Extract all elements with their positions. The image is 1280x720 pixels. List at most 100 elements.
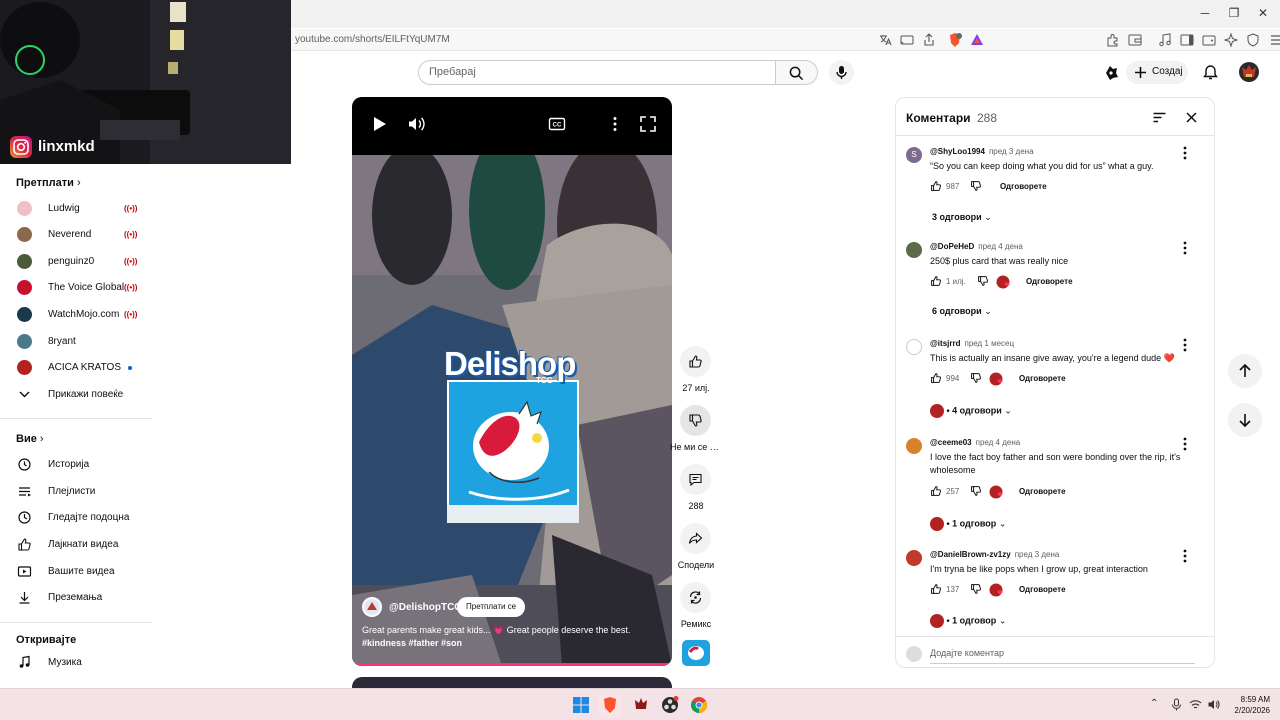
show-more-button[interactable]: Прикажи повеќе [0, 382, 150, 408]
sidebar-toggle-icon[interactable] [1179, 32, 1195, 48]
comment-like-icon[interactable] [930, 275, 942, 287]
system-clock[interactable]: 8:59 AM 2/20/2026 [1226, 694, 1270, 716]
sidebar-item-watch-later[interactable]: Гледајте подоцна [0, 505, 150, 531]
account-avatar[interactable] [1239, 62, 1259, 82]
commenter-name[interactable]: @itsjrrd пред 1 месец [930, 339, 1014, 348]
commenter-name[interactable]: @DoPeHeD пред 4 дена [930, 242, 1023, 251]
next-short-button[interactable] [1228, 403, 1262, 437]
more-options-icon[interactable] [606, 115, 624, 133]
wallet-card-icon[interactable] [1201, 32, 1217, 48]
restore-icon[interactable]: ❐ [1226, 5, 1242, 21]
address-bar[interactable]: youtube.com/shorts/EILFtYqUM7M [291, 29, 1280, 51]
sidebar-item-liked-videos[interactable]: Лајкнати видеа [0, 532, 150, 558]
comment-dislike-icon[interactable] [970, 583, 982, 595]
voice-search-button[interactable] [829, 60, 854, 85]
subscriptions-section-title[interactable]: Претплати › [16, 177, 81, 189]
reply-button[interactable]: Одговорете [1026, 277, 1073, 286]
commenter-avatar[interactable] [906, 438, 922, 454]
brave-rewards-icon[interactable] [969, 32, 985, 48]
sidebar-item-downloads[interactable]: Преземања [0, 585, 150, 611]
commenter-name[interactable]: @ceeme03 пред 4 дена [930, 438, 1020, 447]
comment-dislike-icon[interactable] [970, 372, 982, 384]
reply-button[interactable]: Одговорете [1019, 487, 1066, 496]
sidebar-item-playlists[interactable]: Плејлисти [0, 479, 150, 505]
sidebar-item-music[interactable]: Музика [0, 650, 150, 676]
view-replies-button[interactable]: • 4 одговори ⌄ [930, 404, 1012, 418]
close-window-icon[interactable]: ✕ [1255, 5, 1271, 21]
tray-microphone-icon[interactable] [1170, 698, 1183, 711]
channel-avatar[interactable] [362, 597, 382, 617]
add-comment-input[interactable]: Додајте коментар [930, 648, 1004, 658]
view-replies-button[interactable]: • 1 одговор ⌄ [930, 614, 1006, 628]
share-page-icon[interactable] [921, 32, 937, 48]
create-button[interactable]: Создај [1126, 61, 1188, 84]
play-icon[interactable] [370, 115, 388, 133]
url-text[interactable]: youtube.com/shorts/EILFtYqUM7M [295, 34, 450, 45]
comment-dislike-icon[interactable] [970, 485, 982, 497]
commenter-name[interactable]: @ShyLoo1994 пред 3 дена [930, 147, 1034, 156]
previous-short-button[interactable] [1228, 354, 1262, 388]
speaker-icon[interactable] [1207, 698, 1220, 711]
game-app-icon[interactable] [632, 696, 650, 714]
wifi-icon[interactable] [1189, 698, 1202, 711]
commenter-name[interactable]: @DanielBrown-zv1zy пред 3 дена [930, 550, 1059, 559]
caption-hashtags[interactable]: #kindness #father #son [362, 638, 462, 648]
sort-icon[interactable] [1152, 110, 1167, 125]
sidebar-item-8ryant[interactable]: 8ryant [0, 329, 150, 355]
wallet-icon[interactable] [1127, 32, 1143, 48]
subscribe-button[interactable]: Претплати се [457, 597, 526, 617]
commenter-avatar[interactable] [906, 242, 922, 258]
reply-button[interactable]: Одговорете [1019, 374, 1066, 383]
closed-captions-icon[interactable]: CC [548, 115, 566, 133]
comment-like-icon[interactable] [930, 180, 942, 192]
video-progress-bar[interactable] [352, 663, 672, 666]
comment-menu-icon[interactable] [1180, 337, 1190, 353]
volume-icon[interactable] [407, 115, 425, 133]
sidebar-item-the-voice-global[interactable]: The Voice Global ((•)) [0, 275, 150, 301]
vpn-shield-icon[interactable] [1245, 32, 1261, 48]
commenter-avatar[interactable]: S [906, 147, 922, 163]
close-icon[interactable] [1184, 110, 1199, 125]
translate-icon[interactable] [877, 32, 893, 48]
cast-icon[interactable] [899, 32, 915, 48]
comment-like-icon[interactable] [930, 372, 942, 384]
shorts-video-player[interactable]: CC Delishop TCG @DelishopTCG Претплати с… [352, 97, 672, 666]
comment-dislike-icon[interactable] [977, 275, 989, 287]
notifications-bell-icon[interactable] [1202, 64, 1219, 81]
search-box[interactable] [418, 60, 776, 85]
channel-name-link[interactable]: @DelishopTCG [389, 602, 462, 613]
chrome-icon[interactable] [690, 696, 708, 714]
view-replies-button[interactable]: 3 одговори ⌄ [932, 212, 992, 223]
comment-menu-icon[interactable] [1180, 240, 1190, 256]
comment-like-icon[interactable] [930, 583, 942, 595]
view-replies-button[interactable]: • 1 одговор ⌄ [930, 517, 1006, 531]
comment-menu-icon[interactable] [1180, 436, 1190, 452]
sidebar-item-watchmojo[interactable]: WatchMojo.com ((•)) [0, 302, 150, 328]
sidebar-item-ludwig[interactable]: Ludwig ((•)) [0, 196, 150, 222]
sidebar-item-history[interactable]: Историја [0, 452, 150, 478]
reply-button[interactable]: Одговорете [1000, 182, 1047, 191]
tray-chevron-up-icon[interactable]: ⌃ [1150, 698, 1158, 709]
minimize-icon[interactable]: ─ [1197, 5, 1213, 21]
view-replies-button[interactable]: 6 одговори ⌄ [932, 306, 992, 317]
extensions-icon[interactable] [1105, 32, 1121, 48]
sound-thumbnail[interactable] [682, 640, 710, 666]
commenter-avatar[interactable] [906, 339, 922, 355]
browser-menu-icon[interactable] [1268, 32, 1280, 48]
brave-shields-icon[interactable] [947, 32, 963, 48]
comment-menu-icon[interactable] [1180, 145, 1190, 161]
comment-like-icon[interactable] [930, 485, 942, 497]
comment-menu-icon[interactable] [1180, 548, 1190, 564]
comment-dislike-icon[interactable] [970, 180, 982, 192]
sidebar-item-your-videos[interactable]: Вашите видеа [0, 559, 150, 585]
you-section-title[interactable]: Вие › [16, 433, 44, 445]
sidebar-item-penguinz0[interactable]: penguinz0 ((•)) [0, 249, 150, 275]
taskbar-brave-active[interactable] [598, 693, 622, 717]
leo-ai-icon[interactable] [1223, 32, 1239, 48]
search-input[interactable] [429, 66, 759, 78]
media-icon[interactable] [1157, 32, 1173, 48]
fullscreen-icon[interactable] [639, 115, 657, 133]
gaming-controller-icon[interactable] [1103, 64, 1120, 81]
sidebar-item-neverend[interactable]: Neverend ((•)) [0, 222, 150, 248]
obs-icon[interactable] [661, 696, 679, 714]
